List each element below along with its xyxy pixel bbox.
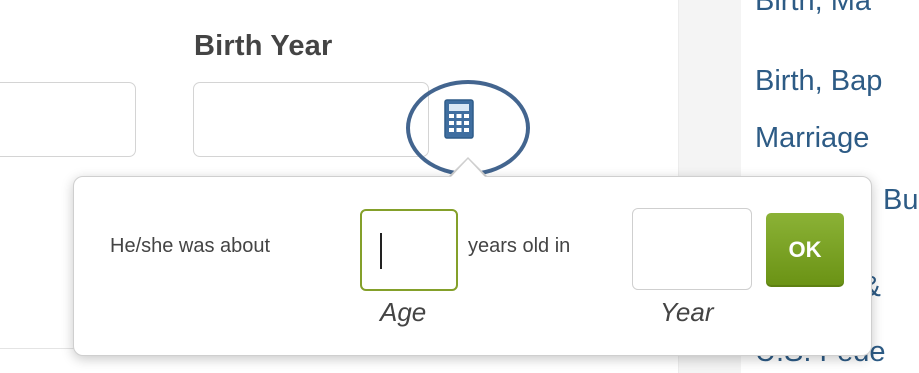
popover-arrow xyxy=(450,159,486,178)
divider xyxy=(0,348,80,349)
sidebar-link[interactable]: Birth, Bap xyxy=(755,65,882,98)
age-sentence-prefix: He/she was about xyxy=(110,235,271,257)
age-calculator-popover xyxy=(73,176,872,356)
sidebar-link[interactable]: Bu xyxy=(883,184,918,217)
year-caption: Year xyxy=(660,297,714,327)
age-caption: Age xyxy=(380,297,427,327)
sidebar-link[interactable]: Birth, Ma xyxy=(755,0,871,18)
text-caret xyxy=(380,233,382,269)
screen: Birth Year Birth, Ma Birth, Bap Marriage xyxy=(0,0,919,373)
sidebar-link[interactable]: Marriage xyxy=(755,122,869,155)
birth-year-label: Birth Year xyxy=(194,30,333,62)
ok-button[interactable]: OK xyxy=(766,213,844,287)
birth-year-input[interactable] xyxy=(193,82,429,157)
year-input[interactable] xyxy=(632,208,752,290)
age-input[interactable] xyxy=(360,209,458,291)
calculator-icon xyxy=(444,99,474,139)
age-sentence-middle: years old in xyxy=(468,235,571,257)
calculator-button[interactable] xyxy=(444,99,474,139)
previous-field[interactable] xyxy=(0,82,136,157)
